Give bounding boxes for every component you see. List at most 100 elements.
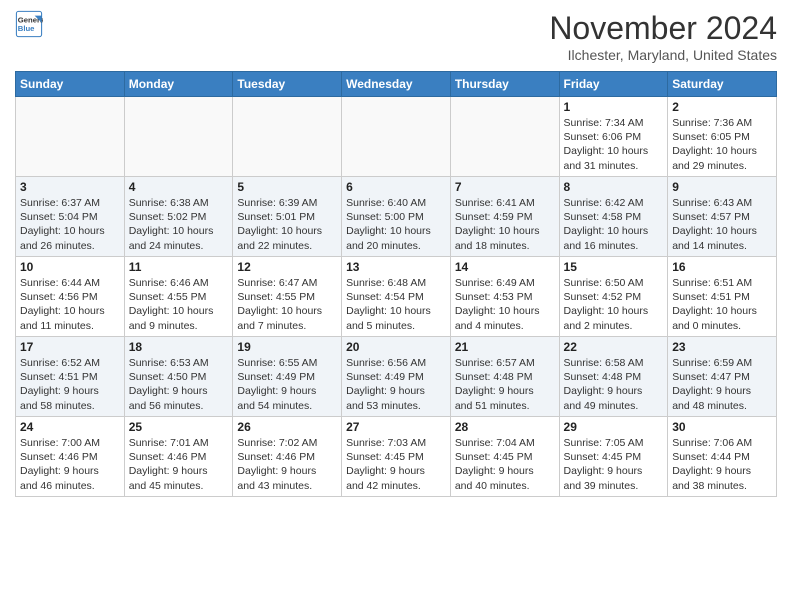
day-number: 4	[129, 180, 229, 194]
day-info: Sunrise: 6:37 AM Sunset: 5:04 PM Dayligh…	[20, 196, 120, 253]
day-number: 22	[564, 340, 664, 354]
day-cell: 18 Sunrise: 6:53 AM Sunset: 4:50 PM Dayli…	[124, 337, 233, 417]
svg-text:Blue: Blue	[18, 24, 35, 33]
day-info: Sunrise: 7:00 AM Sunset: 4:46 PM Dayligh…	[20, 436, 120, 493]
day-cell: 3 Sunrise: 6:37 AM Sunset: 5:04 PM Daylig…	[16, 177, 125, 257]
day-info: Sunrise: 7:36 AM Sunset: 6:05 PM Dayligh…	[672, 116, 772, 173]
day-number: 30	[672, 420, 772, 434]
day-info: Sunrise: 6:48 AM Sunset: 4:54 PM Dayligh…	[346, 276, 446, 333]
day-cell: 6 Sunrise: 6:40 AM Sunset: 5:00 PM Daylig…	[342, 177, 451, 257]
day-number: 20	[346, 340, 446, 354]
day-info: Sunrise: 7:05 AM Sunset: 4:45 PM Dayligh…	[564, 436, 664, 493]
day-number: 2	[672, 100, 772, 114]
day-cell	[342, 97, 451, 177]
day-info: Sunrise: 6:47 AM Sunset: 4:55 PM Dayligh…	[237, 276, 337, 333]
day-cell: 19 Sunrise: 6:55 AM Sunset: 4:49 PM Dayli…	[233, 337, 342, 417]
day-number: 5	[237, 180, 337, 194]
day-cell: 8 Sunrise: 6:42 AM Sunset: 4:58 PM Daylig…	[559, 177, 668, 257]
day-info: Sunrise: 6:49 AM Sunset: 4:53 PM Dayligh…	[455, 276, 555, 333]
day-info: Sunrise: 6:57 AM Sunset: 4:48 PM Dayligh…	[455, 356, 555, 413]
day-cell: 22 Sunrise: 6:58 AM Sunset: 4:48 PM Dayli…	[559, 337, 668, 417]
day-number: 13	[346, 260, 446, 274]
day-cell: 16 Sunrise: 6:51 AM Sunset: 4:51 PM Dayli…	[668, 257, 777, 337]
day-info: Sunrise: 6:53 AM Sunset: 4:50 PM Dayligh…	[129, 356, 229, 413]
day-number: 17	[20, 340, 120, 354]
day-cell: 24 Sunrise: 7:00 AM Sunset: 4:46 PM Dayli…	[16, 417, 125, 497]
day-number: 21	[455, 340, 555, 354]
day-info: Sunrise: 6:58 AM Sunset: 4:48 PM Dayligh…	[564, 356, 664, 413]
day-number: 15	[564, 260, 664, 274]
day-number: 18	[129, 340, 229, 354]
month-title: November 2024	[549, 10, 777, 47]
day-number: 23	[672, 340, 772, 354]
day-cell: 30 Sunrise: 7:06 AM Sunset: 4:44 PM Dayli…	[668, 417, 777, 497]
title-block: November 2024 Ilchester, Maryland, Unite…	[549, 10, 777, 63]
day-info: Sunrise: 6:46 AM Sunset: 4:55 PM Dayligh…	[129, 276, 229, 333]
day-number: 12	[237, 260, 337, 274]
day-cell: 26 Sunrise: 7:02 AM Sunset: 4:46 PM Dayli…	[233, 417, 342, 497]
day-cell: 21 Sunrise: 6:57 AM Sunset: 4:48 PM Dayli…	[450, 337, 559, 417]
day-info: Sunrise: 6:40 AM Sunset: 5:00 PM Dayligh…	[346, 196, 446, 253]
week-row-2: 3 Sunrise: 6:37 AM Sunset: 5:04 PM Daylig…	[16, 177, 777, 257]
day-cell: 2 Sunrise: 7:36 AM Sunset: 6:05 PM Daylig…	[668, 97, 777, 177]
calendar-table: SundayMondayTuesdayWednesdayThursdayFrid…	[15, 71, 777, 497]
day-cell: 12 Sunrise: 6:47 AM Sunset: 4:55 PM Dayli…	[233, 257, 342, 337]
day-info: Sunrise: 7:34 AM Sunset: 6:06 PM Dayligh…	[564, 116, 664, 173]
page-header: General Blue November 2024 Ilchester, Ma…	[15, 10, 777, 63]
day-number: 11	[129, 260, 229, 274]
day-number: 16	[672, 260, 772, 274]
week-row-3: 10Sunrise: 6:44 AM Sunset: 4:56 PM Dayli…	[16, 257, 777, 337]
day-info: Sunrise: 6:39 AM Sunset: 5:01 PM Dayligh…	[237, 196, 337, 253]
day-info: Sunrise: 6:50 AM Sunset: 4:52 PM Dayligh…	[564, 276, 664, 333]
day-number: 6	[346, 180, 446, 194]
day-info: Sunrise: 6:51 AM Sunset: 4:51 PM Dayligh…	[672, 276, 772, 333]
weekday-header-wednesday: Wednesday	[342, 72, 451, 97]
day-info: Sunrise: 6:55 AM Sunset: 4:49 PM Dayligh…	[237, 356, 337, 413]
weekday-header-sunday: Sunday	[16, 72, 125, 97]
day-info: Sunrise: 6:44 AM Sunset: 4:56 PM Dayligh…	[20, 276, 120, 333]
calendar-header: SundayMondayTuesdayWednesdayThursdayFrid…	[16, 72, 777, 97]
day-info: Sunrise: 7:04 AM Sunset: 4:45 PM Dayligh…	[455, 436, 555, 493]
day-cell: 7 Sunrise: 6:41 AM Sunset: 4:59 PM Daylig…	[450, 177, 559, 257]
day-number: 9	[672, 180, 772, 194]
day-cell: 20Sunrise: 6:56 AM Sunset: 4:49 PM Dayli…	[342, 337, 451, 417]
week-row-5: 24 Sunrise: 7:00 AM Sunset: 4:46 PM Dayli…	[16, 417, 777, 497]
day-cell: 11 Sunrise: 6:46 AM Sunset: 4:55 PM Dayli…	[124, 257, 233, 337]
day-number: 26	[237, 420, 337, 434]
day-info: Sunrise: 7:06 AM Sunset: 4:44 PM Dayligh…	[672, 436, 772, 493]
day-number: 24	[20, 420, 120, 434]
day-info: Sunrise: 7:02 AM Sunset: 4:46 PM Dayligh…	[237, 436, 337, 493]
day-info: Sunrise: 7:03 AM Sunset: 4:45 PM Dayligh…	[346, 436, 446, 493]
day-info: Sunrise: 6:41 AM Sunset: 4:59 PM Dayligh…	[455, 196, 555, 253]
weekday-header-tuesday: Tuesday	[233, 72, 342, 97]
day-cell: 23 Sunrise: 6:59 AM Sunset: 4:47 PM Dayli…	[668, 337, 777, 417]
weekday-header-thursday: Thursday	[450, 72, 559, 97]
weekday-header-friday: Friday	[559, 72, 668, 97]
day-cell: 13 Sunrise: 6:48 AM Sunset: 4:54 PM Dayli…	[342, 257, 451, 337]
day-number: 28	[455, 420, 555, 434]
day-cell: 14 Sunrise: 6:49 AM Sunset: 4:53 PM Dayli…	[450, 257, 559, 337]
day-cell: 29Sunrise: 7:05 AM Sunset: 4:45 PM Dayli…	[559, 417, 668, 497]
day-cell: 15 Sunrise: 6:50 AM Sunset: 4:52 PM Dayli…	[559, 257, 668, 337]
day-cell: 10Sunrise: 6:44 AM Sunset: 4:56 PM Dayli…	[16, 257, 125, 337]
day-cell: 4Sunrise: 6:38 AM Sunset: 5:02 PM Daylig…	[124, 177, 233, 257]
logo: General Blue	[15, 10, 43, 38]
day-cell	[233, 97, 342, 177]
day-number: 14	[455, 260, 555, 274]
day-number: 8	[564, 180, 664, 194]
day-number: 27	[346, 420, 446, 434]
day-number: 19	[237, 340, 337, 354]
location: Ilchester, Maryland, United States	[549, 47, 777, 63]
day-info: Sunrise: 6:59 AM Sunset: 4:47 PM Dayligh…	[672, 356, 772, 413]
day-cell: 27 Sunrise: 7:03 AM Sunset: 4:45 PM Dayli…	[342, 417, 451, 497]
day-info: Sunrise: 6:43 AM Sunset: 4:57 PM Dayligh…	[672, 196, 772, 253]
day-info: Sunrise: 6:42 AM Sunset: 4:58 PM Dayligh…	[564, 196, 664, 253]
day-number: 7	[455, 180, 555, 194]
week-row-1: 1 Sunrise: 7:34 AM Sunset: 6:06 PM Daylig…	[16, 97, 777, 177]
calendar-body: 1 Sunrise: 7:34 AM Sunset: 6:06 PM Daylig…	[16, 97, 777, 497]
day-cell	[450, 97, 559, 177]
day-number: 3	[20, 180, 120, 194]
logo-icon: General Blue	[15, 10, 43, 38]
day-number: 1	[564, 100, 664, 114]
day-cell: 9 Sunrise: 6:43 AM Sunset: 4:57 PM Daylig…	[668, 177, 777, 257]
